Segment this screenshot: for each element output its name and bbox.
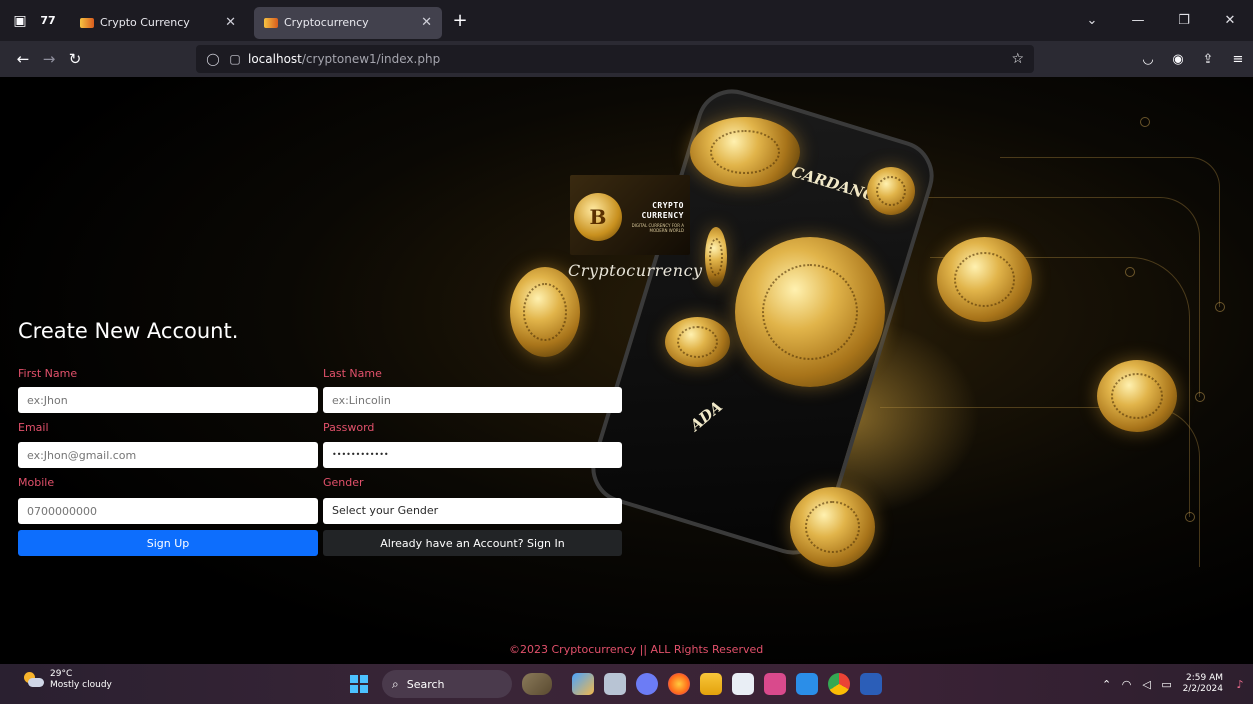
weather-widget[interactable]: 29°C Mostly cloudy bbox=[22, 669, 112, 691]
menu-icon[interactable]: ≡ bbox=[1223, 52, 1253, 67]
back-arrow-icon[interactable]: ← bbox=[10, 50, 36, 68]
restore-button[interactable]: ❐ bbox=[1161, 13, 1207, 28]
windows-taskbar: 29°C Mostly cloudy ⌕ Search ⌃ ◠ ◁ ▭ 2:59… bbox=[0, 664, 1253, 704]
pocket-icon[interactable]: ◡ bbox=[1133, 52, 1163, 67]
page-title: Create New Account. bbox=[18, 319, 239, 343]
file-explorer-icon[interactable] bbox=[700, 673, 722, 695]
account-icon[interactable]: ◉ bbox=[1163, 52, 1193, 67]
close-icon[interactable]: ✕ bbox=[421, 15, 432, 30]
site-favicon-icon bbox=[264, 17, 278, 28]
logo-tagline: DIGITAL CURRENCY FOR A MODERN WORLD bbox=[631, 223, 684, 233]
notification-bell-icon[interactable]: ♪ bbox=[1231, 678, 1249, 691]
window-controls: ⌄ — ❐ ✕ bbox=[1069, 0, 1253, 41]
tab-title: Cryptocurrency bbox=[284, 16, 369, 29]
meet-app-icon[interactable] bbox=[636, 673, 658, 695]
site-logo: B CRYPTO CURRENCY DIGITAL CURRENCY FOR A… bbox=[570, 175, 690, 255]
gender-select[interactable]: Select your Gender bbox=[323, 498, 622, 524]
circuit-node bbox=[1125, 267, 1135, 277]
word-app-icon[interactable] bbox=[860, 673, 882, 695]
clock[interactable]: 2:59 AM 2/2/2024 bbox=[1183, 673, 1223, 695]
taskbar-search[interactable]: ⌕ Search bbox=[382, 670, 512, 698]
battery-icon[interactable]: ▭ bbox=[1157, 678, 1177, 691]
bookmark-star-icon[interactable]: ☆ bbox=[1011, 51, 1024, 67]
circuit-node bbox=[1140, 117, 1150, 127]
address-bar[interactable]: ◯ ▢ localhost/cryptonew1/index.php ☆ bbox=[196, 45, 1034, 73]
store-app-icon[interactable] bbox=[732, 673, 754, 695]
logo-title: CRYPTO CURRENCY bbox=[641, 201, 684, 220]
browser-nav-bar: ← → ↻ ◯ ▢ localhost/cryptonew1/index.php… bbox=[0, 41, 1253, 77]
coin-image bbox=[665, 317, 730, 367]
circuit-line bbox=[1000, 157, 1220, 307]
email-field[interactable] bbox=[18, 442, 318, 468]
coin-image bbox=[705, 227, 727, 287]
coin-image bbox=[937, 237, 1032, 322]
shield-icon[interactable]: ◯ bbox=[204, 52, 222, 66]
circuit-line bbox=[880, 407, 1200, 567]
email-label: Email bbox=[18, 421, 49, 434]
close-icon[interactable]: ✕ bbox=[225, 15, 236, 30]
tab-overview-icon[interactable]: ▣ bbox=[6, 7, 34, 35]
first-name-label: First Name bbox=[18, 367, 78, 380]
tab-title: Crypto Currency bbox=[100, 16, 190, 29]
close-window-button[interactable]: ✕ bbox=[1207, 13, 1253, 28]
gender-label: Gender bbox=[323, 476, 364, 489]
extension-icon[interactable]: 77 bbox=[34, 7, 62, 35]
chrome-icon[interactable] bbox=[828, 673, 850, 695]
last-name-label: Last Name bbox=[323, 367, 382, 380]
password-field[interactable]: •••••••••••• bbox=[323, 442, 622, 468]
mobile-label: Mobile bbox=[18, 476, 55, 489]
teams-app-icon[interactable] bbox=[572, 673, 594, 695]
sign-up-button[interactable]: Sign Up bbox=[18, 530, 318, 556]
partly-cloudy-icon bbox=[22, 672, 44, 688]
url-path: /cryptonew1/index.php bbox=[301, 52, 441, 66]
footer-copyright: ©2023 Cryptocurrency || ALL Rights Reser… bbox=[509, 643, 764, 656]
coin-image bbox=[790, 487, 875, 567]
toolbar-right: ◡ ◉ ⇪ ≡ bbox=[1133, 41, 1253, 77]
clock-time: 2:59 AM bbox=[1186, 673, 1223, 683]
photos-app-icon[interactable] bbox=[764, 673, 786, 695]
coin-image bbox=[690, 117, 800, 187]
weather-temp: 29°C bbox=[50, 669, 73, 679]
brand-name: Cryptocurrency bbox=[568, 261, 703, 280]
password-label: Password bbox=[323, 421, 375, 434]
volume-icon[interactable]: ◁ bbox=[1137, 678, 1157, 691]
extensions-icon[interactable]: ⇪ bbox=[1193, 52, 1223, 67]
tab-crypto-currency[interactable]: Crypto Currency ✕ bbox=[70, 7, 246, 39]
forward-arrow-icon[interactable]: → bbox=[36, 50, 62, 68]
weather-desc: Mostly cloudy bbox=[50, 680, 112, 690]
mobile-field[interactable] bbox=[18, 498, 318, 524]
reload-icon[interactable]: ↻ bbox=[62, 50, 88, 68]
windows-start-icon[interactable] bbox=[350, 675, 368, 693]
site-favicon-icon bbox=[80, 17, 94, 28]
coin-image bbox=[735, 237, 885, 387]
firefox-icon[interactable] bbox=[668, 673, 690, 695]
chevron-up-icon[interactable]: ⌃ bbox=[1097, 678, 1117, 691]
search-icon: ⌕ bbox=[392, 676, 399, 691]
last-name-field[interactable] bbox=[323, 387, 622, 413]
vscode-icon[interactable] bbox=[796, 673, 818, 695]
clock-date: 2/2/2024 bbox=[1182, 684, 1223, 694]
browser-tab-bar: ▣ 77 Crypto Currency ✕ Cryptocurrency ✕ … bbox=[0, 0, 1253, 41]
system-tray: ⌃ ◠ ◁ ▭ 2:59 AM 2/2/2024 ♪ bbox=[1097, 664, 1253, 704]
new-tab-button[interactable]: + bbox=[448, 10, 472, 31]
bitcoin-icon: B bbox=[574, 193, 622, 241]
search-label: Search bbox=[406, 677, 445, 691]
minimize-button[interactable]: — bbox=[1115, 13, 1161, 28]
coin-image bbox=[510, 267, 580, 357]
first-name-field[interactable] bbox=[18, 387, 318, 413]
task-view-icon[interactable] bbox=[604, 673, 626, 695]
circuit-node bbox=[1195, 392, 1205, 402]
coin-image bbox=[867, 167, 915, 215]
widgets-app-icon[interactable] bbox=[522, 673, 552, 695]
tab-list-chevron-icon[interactable]: ⌄ bbox=[1069, 13, 1115, 28]
wifi-icon[interactable]: ◠ bbox=[1117, 678, 1137, 691]
circuit-node bbox=[1215, 302, 1225, 312]
page-icon[interactable]: ▢ bbox=[226, 52, 244, 66]
page-content: CARDANO ADA B CRYPTO CURRENCY DIGITAL CU… bbox=[0, 77, 1253, 664]
sign-in-button[interactable]: Already have an Account? Sign In bbox=[323, 530, 622, 556]
tab-cryptocurrency[interactable]: Cryptocurrency ✕ bbox=[254, 6, 442, 39]
coin-image bbox=[1097, 360, 1177, 432]
circuit-node bbox=[1185, 512, 1195, 522]
url-host: localhost bbox=[248, 52, 302, 66]
